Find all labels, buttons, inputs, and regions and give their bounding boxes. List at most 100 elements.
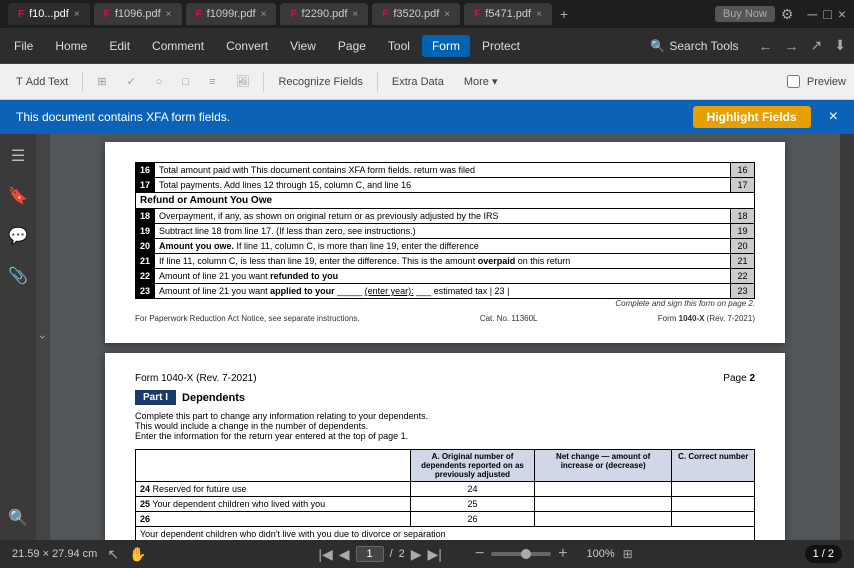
- menu-view[interactable]: View: [280, 35, 326, 57]
- main-area: ☰ 🔖 💬 📎 🔍 › 16 Total amount paid with Th…: [0, 134, 854, 540]
- minimize-icon[interactable]: ─: [807, 6, 817, 22]
- part-header: Part I Dependents: [135, 390, 755, 405]
- menu-protect[interactable]: Protect: [472, 35, 530, 57]
- sidebar-layers-icon[interactable]: ☰: [7, 142, 29, 170]
- tab-label: f2290.pdf: [302, 8, 348, 20]
- menu-page[interactable]: Page: [328, 35, 376, 57]
- row-col-a-25: 25: [411, 497, 535, 512]
- form-id-footer: Form 1040-X (Rev. 7-2021): [658, 314, 755, 323]
- highlight-fields-button[interactable]: Highlight Fields: [693, 106, 811, 128]
- tab-close[interactable]: ×: [74, 9, 80, 20]
- check-button[interactable]: ✓: [119, 72, 144, 91]
- settings-icon[interactable]: ⚙: [781, 6, 794, 23]
- sidebar-comment-icon[interactable]: 💬: [4, 222, 32, 250]
- search-tools-label: Search Tools: [669, 39, 738, 53]
- search-icon: 🔍: [650, 39, 665, 53]
- text-field-button[interactable]: ≡: [201, 73, 223, 91]
- menu-bar: File Home Edit Comment Convert View Page…: [0, 28, 854, 64]
- circle-button[interactable]: ○: [148, 73, 171, 91]
- zoom-in-button[interactable]: +: [555, 545, 570, 563]
- external-link-icon[interactable]: ↗: [807, 35, 827, 56]
- form-table-page1: 16 Total amount paid with This document …: [135, 162, 755, 299]
- add-text-button[interactable]: T Add Text: [8, 73, 76, 91]
- image-button[interactable]: 🖼: [228, 72, 258, 91]
- menu-right-controls: 🔍 Search Tools ← → ↗ ⬇: [640, 35, 850, 57]
- forward-icon[interactable]: →: [781, 36, 803, 56]
- zoom-out-button[interactable]: −: [472, 545, 487, 563]
- table-row: 19 Subtract line 18 from line 17. (If le…: [136, 224, 755, 239]
- row-right-17: 17: [731, 178, 755, 193]
- sidebar-search-icon[interactable]: 🔍: [4, 504, 32, 532]
- sidebar-attachment-icon[interactable]: 📎: [4, 262, 32, 290]
- row-number-16: 16: [136, 163, 155, 178]
- tab-close[interactable]: ×: [352, 9, 358, 20]
- row-col-a-24: 24: [411, 482, 535, 497]
- tab-close[interactable]: ×: [261, 9, 267, 20]
- tab-f10pdf[interactable]: F f10...pdf ×: [8, 3, 90, 25]
- download-icon[interactable]: ⬇: [830, 35, 850, 56]
- table-row: 16 Total amount paid with This document …: [136, 163, 755, 178]
- first-page-button[interactable]: |◀: [318, 546, 332, 563]
- table-row: 18 Overpayment, if any, as shown on orig…: [136, 209, 755, 224]
- recognize-fields-button[interactable]: Recognize Fields: [270, 73, 370, 91]
- menu-comment[interactable]: Comment: [142, 35, 214, 57]
- tab-close[interactable]: ×: [166, 9, 172, 20]
- row-number-20: 20: [136, 239, 155, 254]
- menu-convert[interactable]: Convert: [216, 35, 278, 57]
- extra-data-button[interactable]: Extra Data: [384, 73, 452, 91]
- tab-f2290pdf[interactable]: F f2290.pdf ×: [280, 3, 368, 25]
- pdf-content-area[interactable]: 16 Total amount paid with This document …: [50, 134, 840, 540]
- page-number-p2: Page 2: [723, 373, 755, 384]
- current-page-input[interactable]: [356, 546, 384, 562]
- square-button[interactable]: □: [174, 73, 197, 91]
- page-counter-badge: 1 / 2: [805, 545, 842, 563]
- menu-edit[interactable]: Edit: [99, 35, 140, 57]
- close-icon[interactable]: ×: [838, 6, 846, 22]
- row-number-17: 17: [136, 178, 155, 193]
- prev-page-button[interactable]: ◀: [339, 546, 350, 563]
- add-tab-button[interactable]: +: [560, 6, 568, 22]
- align-button[interactable]: ⊞: [89, 72, 114, 91]
- tab-f1099rpdf[interactable]: F f1099r.pdf ×: [186, 3, 277, 25]
- pdf-icon: F: [196, 9, 202, 20]
- next-page-button[interactable]: ▶: [411, 546, 422, 563]
- search-tools-button[interactable]: 🔍 Search Tools: [640, 35, 748, 57]
- notification-close-button[interactable]: ×: [829, 108, 838, 126]
- complete-message: Complete and sign this form on page 2.: [135, 299, 755, 308]
- tab-f1096pdf[interactable]: F f1096.pdf ×: [94, 3, 182, 25]
- menu-tool[interactable]: Tool: [378, 35, 420, 57]
- tab-close[interactable]: ×: [444, 9, 450, 20]
- menu-file[interactable]: File: [4, 35, 43, 57]
- toolbar-separator-3: [377, 72, 378, 92]
- row-right-21: 21: [731, 254, 755, 269]
- title-bar: F f10...pdf × F f1096.pdf × F f1099r.pdf…: [0, 0, 854, 28]
- preview-checkbox[interactable]: [787, 75, 800, 88]
- preview-label: Preview: [807, 76, 846, 88]
- tab-close[interactable]: ×: [536, 9, 542, 20]
- pdf-icon: F: [382, 9, 388, 20]
- tab-f5471pdf[interactable]: F f5471.pdf ×: [464, 3, 552, 25]
- maximize-icon[interactable]: □: [823, 6, 831, 22]
- buy-now-button[interactable]: Buy Now: [715, 6, 775, 22]
- row-right-18: 18: [731, 209, 755, 224]
- notification-text: This document contains XFA form fields.: [16, 110, 683, 124]
- sidebar-expand-icon[interactable]: ›: [36, 325, 50, 349]
- right-scrollbar[interactable]: [840, 134, 854, 540]
- zoom-slider[interactable]: [491, 552, 551, 556]
- tab-label: f1096.pdf: [115, 8, 161, 20]
- col-empty-header: [136, 450, 411, 482]
- back-icon[interactable]: ←: [755, 36, 777, 56]
- row-text-22: Amount of line 21 you want refunded to y…: [155, 269, 731, 284]
- menu-home[interactable]: Home: [45, 35, 97, 57]
- toolbar-separator: [82, 72, 83, 92]
- part-instructions: Complete this part to change any informa…: [135, 411, 755, 441]
- menu-form[interactable]: Form: [422, 35, 470, 57]
- more-button[interactable]: More ▾: [456, 72, 506, 91]
- last-page-button[interactable]: ▶|: [428, 546, 442, 563]
- tab-f3520pdf[interactable]: F f3520.pdf ×: [372, 3, 460, 25]
- row-col-b-26: [534, 512, 672, 527]
- fit-page-button[interactable]: ⊞: [623, 547, 633, 561]
- preview-checkbox-button[interactable]: Preview: [787, 75, 846, 88]
- sidebar-bookmark-icon[interactable]: 🔖: [4, 182, 32, 210]
- row-col-b-24: [534, 482, 672, 497]
